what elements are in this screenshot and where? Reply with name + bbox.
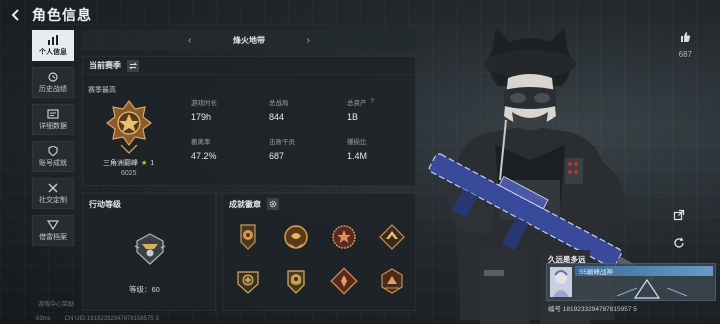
header: 角色信息 xyxy=(8,4,92,26)
sidebar: 个人信息 历史战绩 详细数据 账号成就 社交定制 借雷档案 xyxy=(32,30,74,246)
achievement-icon xyxy=(48,145,58,156)
stat-label: 游戏时长 xyxy=(191,100,217,107)
chevron-left-icon[interactable]: ‹ xyxy=(188,35,191,46)
season-header: 当前赛季 xyxy=(83,57,415,75)
player-card[interactable]: S5巅峰战神 xyxy=(546,263,716,301)
stat-play-time: 游戏时长 179h xyxy=(191,97,269,122)
uid-text: CN UID:18192332947878158575 3 xyxy=(64,316,159,322)
stat-operators-defeated: 击败干员 687 xyxy=(269,136,347,161)
player-title: S5巅峰战神 xyxy=(579,269,613,276)
map-name: 烽火地带 xyxy=(233,35,265,45)
sidebar-item-achievements[interactable]: 账号成就 xyxy=(32,141,74,172)
stat-total-matches: 总战局 844 xyxy=(269,97,347,122)
swap-icon[interactable] xyxy=(127,59,139,72)
game-center-reward-link[interactable]: 游戏中心奖励 xyxy=(38,299,74,308)
avatar xyxy=(550,267,572,297)
rank-title: 三角洲巅峰 xyxy=(103,160,138,167)
status-bar: 63ms CN UID:18192332947878158575 3 xyxy=(36,316,159,322)
stat-value: 844 xyxy=(269,112,285,122)
medals-header: 成就徽章 xyxy=(223,194,415,214)
sidebar-item-label: 账号成就 xyxy=(39,159,67,167)
season-title: 当前赛季 xyxy=(89,61,121,70)
stat-label: 击败干员 xyxy=(269,139,295,146)
sidebar-item-social[interactable]: 社交定制 xyxy=(32,178,74,209)
sidebar-item-label: 借雷档案 xyxy=(39,233,67,241)
sidebar-item-archive[interactable]: 借雷档案 xyxy=(32,215,74,246)
right-action-icons xyxy=(672,208,686,250)
action-level-title: 行动等级 xyxy=(89,200,121,209)
rank-score: 6025 xyxy=(121,170,137,177)
stat-value: 687 xyxy=(269,151,285,161)
stat-extraction-rate: 撤离率 47.2% xyxy=(191,136,269,161)
medals-title: 成就徽章 xyxy=(229,199,261,209)
sidebar-item-history[interactable]: 历史战绩 xyxy=(32,67,74,98)
season-panel: 当前赛季 赛季最高 三角洲巅峰 ★ 1 6025 游戏时长 179h 总战局 8… xyxy=(82,56,416,186)
archive-icon xyxy=(47,219,59,230)
rank-stars: 1 xyxy=(150,159,155,167)
medal-badge-icon[interactable] xyxy=(233,266,263,296)
medal-badge-icon[interactable] xyxy=(329,266,359,296)
stat-value: 179h xyxy=(191,112,212,122)
map-selector: ‹ 烽火地带 › xyxy=(82,30,416,50)
bar-chart-icon xyxy=(48,34,58,45)
medal-badge-icon[interactable] xyxy=(329,222,359,252)
help-icon[interactable]: ? xyxy=(371,99,374,105)
page-title: 角色信息 xyxy=(32,7,92,23)
medal-badge-icon[interactable] xyxy=(281,222,311,252)
back-arrow-icon[interactable] xyxy=(8,7,24,23)
medals-panel: 成就徽章 xyxy=(222,193,416,311)
action-level-badge-icon xyxy=(134,233,166,265)
player-title-banner: S5巅峰战神 xyxy=(575,266,713,276)
sidebar-item-detailed-data[interactable]: 详细数据 xyxy=(32,104,74,135)
season-best-label: 赛季最高 xyxy=(88,87,116,94)
ping-value: 63ms xyxy=(36,316,51,322)
sidebar-item-label: 详细数据 xyxy=(39,122,67,130)
history-icon xyxy=(48,71,58,82)
chevron-right-icon[interactable]: › xyxy=(307,35,310,46)
medal-badge-icon[interactable] xyxy=(281,266,311,296)
rank-badge-icon xyxy=(106,100,152,155)
season-stats: 游戏时长 179h 总战局 844 总资产 ? 1B 撤离率 47.2% 击败干… xyxy=(191,97,425,161)
stat-label: 总战局 xyxy=(269,100,289,107)
star-icon: ★ xyxy=(141,160,148,167)
action-level-panel[interactable]: 行动等级 等级：60 xyxy=(82,193,216,311)
refresh-icon[interactable] xyxy=(672,236,686,250)
sidebar-item-personal-info[interactable]: 个人信息 xyxy=(32,30,74,61)
stat-label: 撤离率 xyxy=(191,139,211,146)
sidebar-item-label: 历史战绩 xyxy=(39,85,67,93)
medal-badge-icon[interactable] xyxy=(233,222,263,252)
rank-name: 三角洲巅峰 ★ 1 xyxy=(103,158,154,168)
tools-icon xyxy=(48,183,58,192)
medal-grid xyxy=(233,222,407,296)
stat-label: 总资产 xyxy=(347,100,367,107)
player-uid: 编号 1819233294787815957 5 xyxy=(548,306,637,313)
stat-value: 47.2% xyxy=(191,151,217,161)
share-icon[interactable] xyxy=(672,208,686,222)
sidebar-item-label: 个人信息 xyxy=(39,48,67,56)
player-card-emblem-icon xyxy=(616,278,688,299)
action-level-value: 等级：60 xyxy=(129,285,160,294)
sidebar-item-label: 社交定制 xyxy=(39,196,67,204)
gear-icon[interactable] xyxy=(267,198,279,210)
data-icon xyxy=(47,108,59,119)
